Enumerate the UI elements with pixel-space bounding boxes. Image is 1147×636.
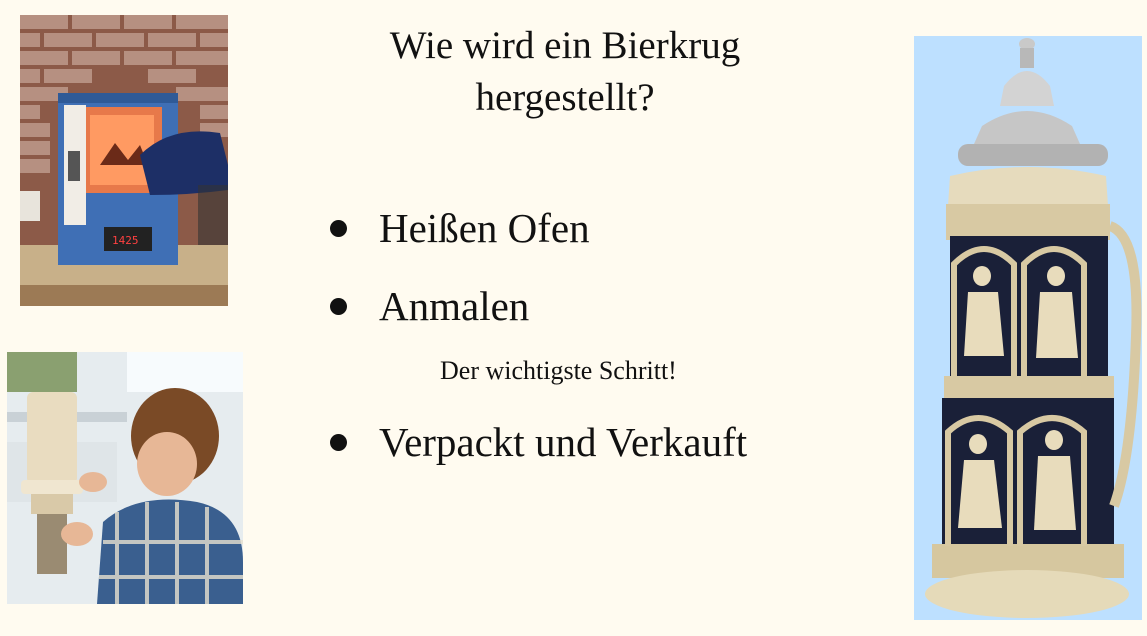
bullet-item: Anmalen (330, 282, 529, 330)
kiln-photo: 1425 (20, 15, 228, 306)
slide-title: Wie wird ein Bierkrug hergestellt? (389, 24, 741, 119)
bullet-item: Verpackt und Verkauft (330, 418, 747, 466)
svg-text:1425: 1425 (112, 234, 139, 247)
bullet-label: Heißen Ofen (379, 205, 590, 251)
painter-photo (7, 352, 243, 604)
sub-note: Der wichtigste Schritt! (440, 356, 677, 385)
bullet-label: Anmalen (379, 283, 530, 329)
bullet-item: Heißen Ofen (330, 204, 590, 252)
bullet-label: Verpackt und Verkauft (379, 419, 748, 465)
bullet-dot-icon (330, 434, 347, 452)
beer-stein-photo (914, 36, 1142, 620)
bullet-dot-icon (330, 298, 347, 316)
bullet-dot-icon (330, 220, 347, 238)
